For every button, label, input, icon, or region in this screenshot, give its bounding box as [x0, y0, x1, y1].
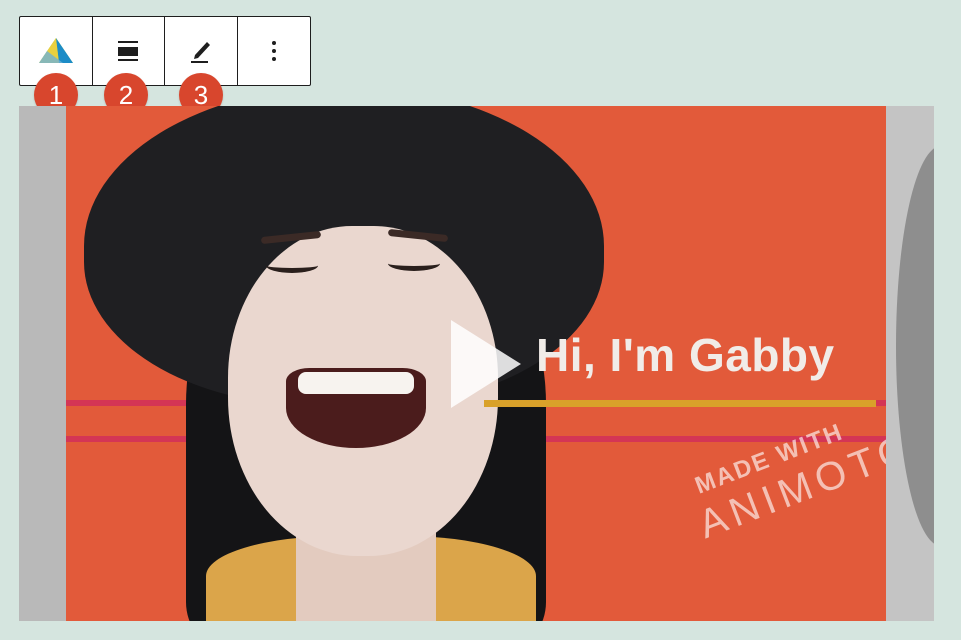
animoto-logo-icon: [37, 36, 75, 66]
play-icon[interactable]: [451, 320, 521, 408]
person-teeth: [298, 372, 414, 394]
edit-pencil-icon: [188, 38, 214, 64]
left-eye: [266, 258, 318, 273]
video-title-text: Hi, I'm Gabby: [536, 329, 835, 381]
video-left-edge: [19, 106, 66, 621]
title-underline: [484, 400, 876, 407]
animoto-watermark: MADE WITH ANIMOTO: [682, 396, 886, 548]
video-preview[interactable]: Hi, I'm Gabby MADE WITH ANIMOTO: [19, 106, 934, 621]
more-options-button[interactable]: [238, 17, 311, 85]
right-eye: [388, 256, 440, 271]
video-right-edge: [886, 106, 934, 621]
align-icon: [116, 39, 140, 63]
more-options-icon: [271, 39, 277, 63]
video-thumbnail: Hi, I'm Gabby MADE WITH ANIMOTO: [66, 106, 886, 621]
